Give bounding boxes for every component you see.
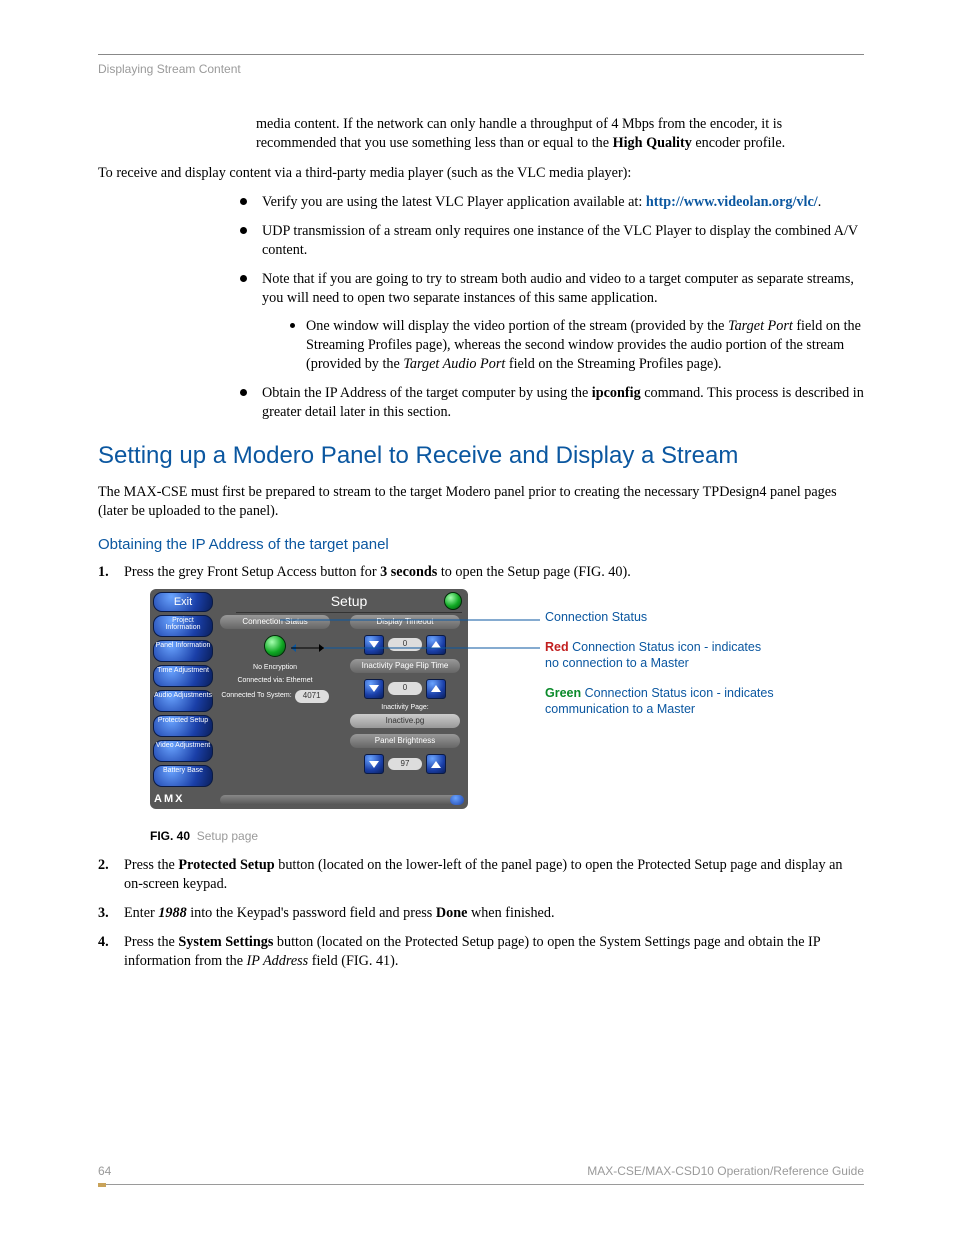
sidebar-btn-time[interactable]: Time Adjustment bbox=[153, 665, 213, 687]
sidebar-btn-panel-info[interactable]: Panel Information bbox=[153, 640, 213, 662]
exit-button[interactable]: Exit bbox=[153, 592, 213, 612]
triangle-down-icon bbox=[369, 761, 379, 768]
s2-pre: Press the bbox=[124, 857, 178, 873]
callout-green-label: Green bbox=[545, 686, 581, 700]
callout-red-text: Connection Status icon - indicates no co… bbox=[545, 640, 761, 671]
intro-paragraph: media content. If the network can only h… bbox=[256, 115, 864, 153]
sub-i2: Target Audio Port bbox=[403, 356, 505, 372]
s3-bi: 1988 bbox=[158, 905, 186, 921]
s3-pre: Enter bbox=[124, 905, 158, 921]
setup-bottom-bar bbox=[220, 795, 464, 805]
footer-rule bbox=[98, 1183, 864, 1187]
setup-sidebar: Exit Project Information Panel Informati… bbox=[153, 592, 213, 791]
sub-post: field on the Streaming Profiles page). bbox=[505, 356, 721, 372]
header-rule bbox=[98, 54, 864, 55]
s1-b: 3 seconds bbox=[380, 564, 437, 580]
callout-red: Red Connection Status icon - indicates n… bbox=[545, 639, 775, 673]
s3-post: when finished. bbox=[467, 905, 554, 921]
s2-b: Protected Setup bbox=[178, 857, 274, 873]
s1-post: to open the Setup page (FIG. 40). bbox=[437, 564, 630, 580]
bullet-item: Note that if you are going to try to str… bbox=[240, 270, 864, 374]
figure-caption-text: Setup page bbox=[197, 829, 258, 843]
bullet-item: Verify you are using the latest VLC Play… bbox=[240, 193, 864, 212]
s4-post: field (FIG. 41). bbox=[308, 953, 398, 969]
s3-mid: into the Keypad's password field and pre… bbox=[187, 905, 436, 921]
brightness-value: 97 bbox=[388, 758, 422, 771]
inactivity-page-value: Inactive.pg bbox=[350, 714, 460, 728]
lead-paragraph: To receive and display content via a thi… bbox=[98, 164, 864, 183]
s3-b2: Done bbox=[436, 905, 468, 921]
up-button[interactable] bbox=[426, 754, 446, 774]
step-number: 4. bbox=[98, 933, 109, 952]
sub-i1: Target Port bbox=[728, 318, 793, 334]
steps-list: 1. Press the grey Front Setup Access but… bbox=[98, 563, 864, 971]
footer: 64 MAX-CSE/MAX-CSD10 Operation/Reference… bbox=[98, 1163, 864, 1187]
bullet-item: UDP transmission of a stream only requir… bbox=[240, 222, 864, 260]
s4-pre: Press the bbox=[124, 934, 178, 950]
sidebar-btn-battery[interactable]: Battery Base bbox=[153, 765, 213, 787]
heading-2: Obtaining the IP Address of the target p… bbox=[98, 535, 864, 555]
sidebar-btn-video[interactable]: Video Adjustment bbox=[153, 740, 213, 762]
amx-logo: AMX bbox=[154, 792, 184, 807]
bullet-list: Verify you are using the latest VLC Play… bbox=[240, 193, 864, 423]
triangle-up-icon bbox=[431, 761, 441, 768]
down-button[interactable] bbox=[364, 754, 384, 774]
figure-caption: FIG. 40 Setup page bbox=[150, 828, 864, 844]
bullet3-text: Note that if you are going to try to str… bbox=[262, 271, 854, 306]
bullet4-b: ipconfig bbox=[592, 385, 641, 401]
figure-label: FIG. 40 bbox=[150, 829, 190, 843]
h1-paragraph: The MAX-CSE must first be prepared to st… bbox=[98, 483, 864, 521]
vlc-link[interactable]: http://www.videolan.org/vlc/ bbox=[646, 194, 818, 210]
inactivity-page-label: Inactivity Page: bbox=[350, 703, 460, 712]
title-status-dot bbox=[444, 592, 462, 610]
s1-pre: Press the grey Front Setup Access button… bbox=[124, 564, 380, 580]
intro-bold: High Quality bbox=[613, 135, 692, 151]
intro-post: encoder profile. bbox=[692, 135, 785, 151]
heading-1: Setting up a Modero Panel to Receive and… bbox=[98, 440, 864, 472]
s4-i: IP Address bbox=[247, 953, 309, 969]
sidebar-btn-project-info[interactable]: Project Information bbox=[153, 615, 213, 637]
sub-bullet-item: One window will display the video portio… bbox=[290, 317, 864, 375]
step-item: 2. Press the Protected Setup button (loc… bbox=[98, 856, 864, 894]
callout-connection-status: Connection Status bbox=[545, 609, 647, 626]
running-head: Displaying Stream Content bbox=[98, 61, 864, 77]
callout-green: Green Connection Status icon - indicates… bbox=[545, 685, 785, 719]
sidebar-btn-audio[interactable]: Audio Adjustments bbox=[153, 690, 213, 712]
bullet4-pre: Obtain the IP Address of the target comp… bbox=[262, 385, 592, 401]
callout-red-label: Red bbox=[545, 640, 569, 654]
footer-guide: MAX-CSE/MAX-CSD10 Operation/Reference Gu… bbox=[587, 1163, 864, 1179]
s4-b: System Settings bbox=[178, 934, 273, 950]
page-number: 64 bbox=[98, 1163, 111, 1179]
brightness-control: 97 bbox=[350, 754, 460, 774]
step-item: 4. Press the System Settings button (loc… bbox=[98, 933, 864, 971]
sub-bullet-list: One window will display the video portio… bbox=[290, 317, 864, 375]
step-number: 2. bbox=[98, 856, 109, 875]
brightness-header: Panel Brightness bbox=[350, 734, 460, 748]
step-number: 3. bbox=[98, 904, 109, 923]
step-item: 1. Press the grey Front Setup Access but… bbox=[98, 563, 864, 843]
bullet1-pre: Verify you are using the latest VLC Play… bbox=[262, 194, 646, 210]
step-number: 1. bbox=[98, 563, 109, 582]
setup-title: Setup bbox=[236, 592, 462, 613]
figure-40: Setup Exit Project Information Panel Inf… bbox=[150, 589, 864, 824]
step-item: 3. Enter 1988 into the Keypad's password… bbox=[98, 904, 864, 923]
sidebar-btn-protected[interactable]: Protected Setup bbox=[153, 715, 213, 737]
bullet-item: Obtain the IP Address of the target comp… bbox=[240, 384, 864, 422]
bullet1-post: . bbox=[818, 194, 822, 210]
sub-pre: One window will display the video portio… bbox=[306, 318, 728, 334]
